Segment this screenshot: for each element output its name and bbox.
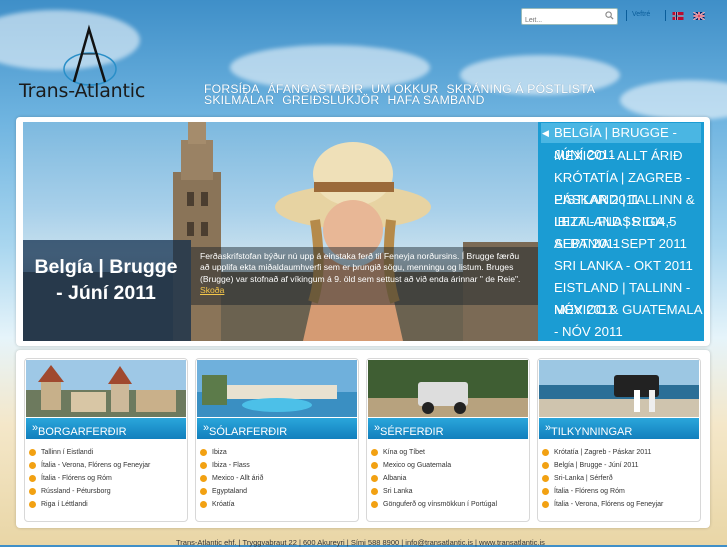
- card-special-trips: » Sérferðir Kína og Tíbet Mexico og Guat…: [366, 358, 530, 522]
- card-header[interactable]: » Borgarferðir: [26, 418, 186, 439]
- card-header[interactable]: » Sólarferðir: [197, 418, 357, 439]
- list-item[interactable]: Egyptaland: [200, 485, 263, 498]
- card-header[interactable]: » Sérferðir: [368, 418, 528, 439]
- card-list: Ibiza Ibiza - Flass Mexico - Allt árið E…: [200, 446, 263, 511]
- card-image[interactable]: [197, 360, 357, 417]
- list-item[interactable]: Ítalia - Verona, Flórens og Feneyjar: [29, 459, 150, 472]
- category-cards: » Borgarferðir Tallinn í Eistlandi Ítali…: [16, 350, 710, 528]
- hero-panel: Belgía | Brugge - Júní 2011 Ferðaskrifst…: [16, 117, 710, 346]
- card-list: Tallinn í Eistlandi Ítalia - Verona, Fló…: [29, 446, 150, 511]
- card-title: » Borgarferðir: [32, 422, 127, 438]
- arrow-left-icon: ◀: [542, 128, 549, 138]
- list-item[interactable]: Albania: [371, 472, 497, 485]
- hero-photo[interactable]: Belgía | Brugge - Júní 2011 Ferðaskrifst…: [23, 122, 539, 341]
- list-item[interactable]: Riga í Léttlandi: [29, 498, 150, 511]
- hero-description-text: Ferðaskrifstofan býður nú upp á einstaka…: [200, 251, 521, 284]
- list-item[interactable]: Tallinn í Eistlandi: [29, 446, 150, 459]
- search-box: [521, 8, 618, 28]
- divider: [626, 10, 627, 21]
- card-title: » Sérferðir: [374, 422, 444, 438]
- card-header[interactable]: » Tilkynningar: [539, 418, 699, 439]
- list-item[interactable]: Rússland - Pétursborg: [29, 485, 150, 498]
- search-input[interactable]: [522, 13, 604, 28]
- list-item[interactable]: Ítalia - Flórens og Róm: [542, 485, 663, 498]
- card-title: » Tilkynningar: [545, 422, 633, 438]
- list-item[interactable]: Ibiza - Flass: [200, 459, 263, 472]
- card-city-trips: » Borgarferðir Tallinn í Eistlandi Ítali…: [24, 358, 188, 522]
- list-item[interactable]: Ítalia - Verona, Flórens og Feneyjar: [542, 498, 663, 511]
- list-item[interactable]: Kína og Tíbet: [371, 446, 497, 459]
- uk-flag-icon[interactable]: [693, 12, 705, 20]
- divider: [665, 10, 666, 21]
- hero-description: Ferðaskrifstofan býður nú upp á einstaka…: [191, 247, 539, 305]
- list-item[interactable]: Belgía | Brugge - Júní 2011: [542, 459, 663, 472]
- list-item[interactable]: Krótatía | Zagreb - Páskar 2011: [542, 446, 663, 459]
- sitemap-link[interactable]: Veftré: [632, 11, 650, 18]
- list-item[interactable]: Gönguferð og vínsmökkun í Portúgal: [371, 498, 497, 511]
- card-announcements: » Tilkynningar Krótatía | Zagreb - Páska…: [537, 358, 701, 522]
- read-more-link[interactable]: Skoða: [200, 285, 224, 295]
- list-item[interactable]: Mexico og Guatemala: [371, 459, 497, 472]
- nav-item-terms[interactable]: Skilmálar: [204, 93, 274, 107]
- search-icon[interactable]: [605, 11, 614, 20]
- featured-item[interactable]: Ibiza - Flass 104,5: [554, 211, 704, 233]
- card-image[interactable]: [368, 360, 528, 417]
- norway-flag-icon[interactable]: [672, 12, 684, 20]
- list-item[interactable]: Ibiza: [200, 446, 263, 459]
- featured-item[interactable]: Sri Lanka - Okt 2011: [554, 255, 704, 277]
- featured-list: ◀ Belgía | Brugge - Júní 2011 Mexico - A…: [538, 122, 704, 341]
- card-image[interactable]: [539, 360, 699, 417]
- list-item[interactable]: Ítalia - Flórens og Róm: [29, 472, 150, 485]
- main-nav: Forsíða Áfangastaðir Um okkur Skráning á pó…: [204, 83, 644, 107]
- featured-item[interactable]: Mexico - Allt árið: [554, 145, 704, 167]
- list-item[interactable]: Sri Lanka: [371, 485, 497, 498]
- card-image[interactable]: [26, 360, 186, 417]
- hero-caption-title[interactable]: Belgía | Brugge - Júní 2011: [29, 254, 183, 306]
- card-sun-trips: » Sólarferðir Ibiza Ibiza - Flass Mexico…: [195, 358, 359, 522]
- list-item[interactable]: Sri-Lanka | Sérferð: [542, 472, 663, 485]
- list-item[interactable]: Króatía: [200, 498, 263, 511]
- nav-item-payment[interactable]: Greiðslukjör: [282, 93, 379, 107]
- card-title: » Sólarferðir: [203, 422, 288, 438]
- list-item[interactable]: Mexico - Allt árið: [200, 472, 263, 485]
- featured-item[interactable]: Mexico & Guatemala - Nóv 2011: [554, 299, 704, 341]
- logo-text[interactable]: Trans-Atlantic: [19, 80, 145, 102]
- card-list: Krótatía | Zagreb - Páskar 2011 Belgía |…: [542, 446, 663, 511]
- footer-text: Trans-Atlantic ehf. | Tryggvabraut 22 | …: [176, 538, 545, 547]
- card-list: Kína og Tíbet Mexico og Guatemala Albani…: [371, 446, 497, 511]
- featured-item[interactable]: Albania - Sept 2011: [554, 233, 704, 255]
- nav-item-contact[interactable]: Hafa samband: [387, 93, 484, 107]
